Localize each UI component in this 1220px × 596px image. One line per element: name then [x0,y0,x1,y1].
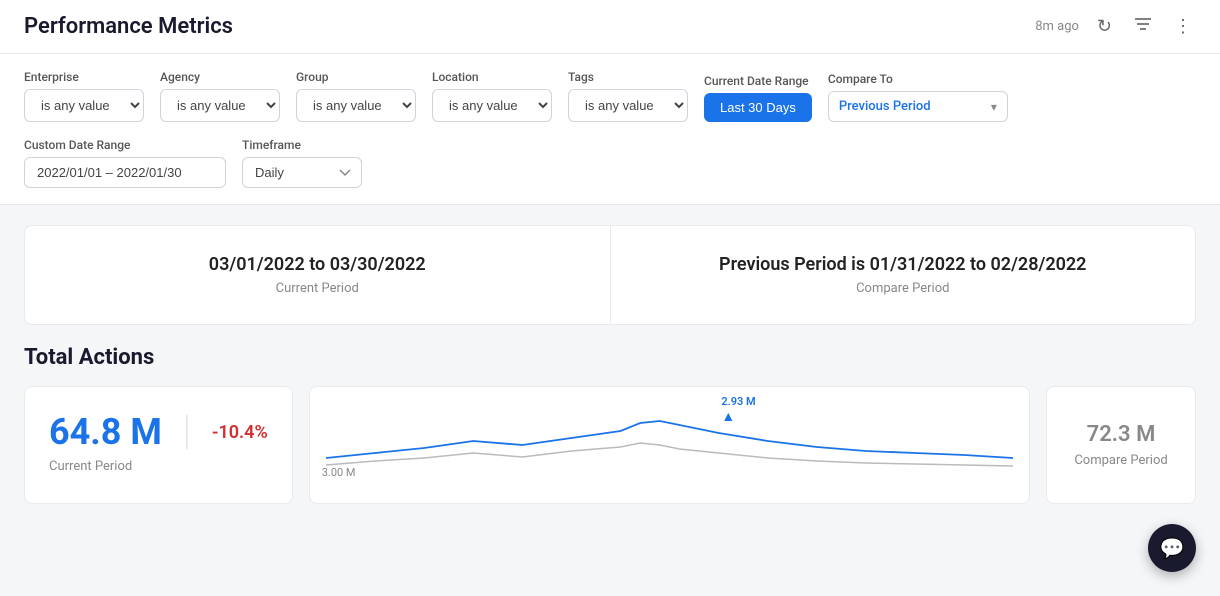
compare-to-label: Compare To [828,72,1008,86]
filter-row-2: Custom Date Range Timeframe Daily Weekly… [24,138,1196,188]
current-period-metric-card: 64.8 M -10.4% Current Period [24,386,293,504]
enterprise-select[interactable]: is any value [24,89,144,122]
tags-label: Tags [568,70,688,84]
timeframe-group: Timeframe Daily Weekly Monthly [242,138,362,188]
compare-to-value: Previous Period [839,99,983,114]
compare-to-dropdown[interactable]: Previous Period ▾ [828,91,1008,122]
compare-period-metric-label: Compare Period [1071,453,1171,468]
chart-y-label: 3.00 M [322,466,356,479]
chevron-down-icon: ▾ [991,100,997,114]
metrics-row: 64.8 M -10.4% Current Period 3.00 M 2.93… [24,386,1196,504]
chart-svg [326,403,1013,483]
location-filter-group: Location is any value [432,70,552,122]
agency-filter-group: Agency is any value [160,70,280,122]
filter-icon [1134,16,1152,37]
current-date-range-label: Current Date Range [704,74,812,88]
current-date-range-group: Current Date Range Last 30 Days [704,74,812,122]
chat-icon: 💬 [1160,536,1185,560]
refresh-icon: ↻ [1097,16,1112,37]
compare-to-group: Compare To Previous Period ▾ [828,72,1008,122]
current-period-metric-label: Current Period [49,459,268,474]
compare-period-card: Previous Period is 01/31/2022 to 02/28/2… [611,226,1196,324]
agency-label: Agency [160,70,280,84]
filter-row-1: Enterprise is any value Agency is any va… [24,70,1196,122]
page-title: Performance Metrics [24,14,233,39]
tags-filter-group: Tags is any value [568,70,688,122]
tags-select[interactable]: is any value [568,89,688,122]
enterprise-label: Enterprise [24,70,144,84]
current-period-value: 64.8 M [49,411,162,453]
more-button[interactable]: ⋮ [1170,12,1196,41]
top-bar-actions: 8m ago ↻ ⋮ [1035,12,1196,41]
current-date-range-button[interactable]: Last 30 Days [704,93,812,122]
more-icon: ⋮ [1174,16,1192,37]
timeframe-select[interactable]: Daily Weekly Monthly [242,157,362,188]
compare-period-value: 72.3 M [1071,422,1171,447]
total-actions-section: Total Actions 64.8 M -10.4% Current Peri… [24,345,1196,504]
filter-button[interactable] [1130,12,1156,41]
enterprise-filter-group: Enterprise is any value [24,70,144,122]
current-period-label: Current Period [49,281,586,296]
top-bar: Performance Metrics 8m ago ↻ ⋮ [0,0,1220,54]
group-select[interactable]: is any value [296,89,416,122]
custom-date-range-label: Custom Date Range [24,138,226,152]
location-label: Location [432,70,552,84]
chat-bubble-button[interactable]: 💬 [1148,524,1196,572]
refresh-button[interactable]: ↻ [1093,12,1116,41]
current-period-date: 03/01/2022 to 03/30/2022 [49,254,586,275]
period-cards: 03/01/2022 to 03/30/2022 Current Period … [24,225,1196,325]
compare-period-label: Compare Period [635,281,1172,296]
total-actions-title: Total Actions [24,345,1196,370]
metric-change-value: -10.4% [212,422,268,443]
last-updated: 8m ago [1035,19,1079,34]
location-select[interactable]: is any value [432,89,552,122]
agency-select[interactable]: is any value [160,89,280,122]
group-filter-group: Group is any value [296,70,416,122]
chart-annotation: 2.93 M ▲ [721,395,755,473]
chart-area: 3.00 M 2.93 M ▲ [309,386,1030,504]
compare-period-metric-card: 72.3 M Compare Period [1046,386,1196,504]
metric-values-inline: 64.8 M -10.4% [49,411,268,453]
group-label: Group [296,70,416,84]
current-period-card: 03/01/2022 to 03/30/2022 Current Period [25,226,611,324]
custom-date-range-group: Custom Date Range [24,138,226,188]
filters-section: Enterprise is any value Agency is any va… [0,54,1220,205]
custom-date-range-input[interactable] [24,157,226,188]
timeframe-label: Timeframe [242,138,362,152]
compare-period-date: Previous Period is 01/31/2022 to 02/28/2… [635,254,1172,275]
metric-divider [186,415,188,449]
